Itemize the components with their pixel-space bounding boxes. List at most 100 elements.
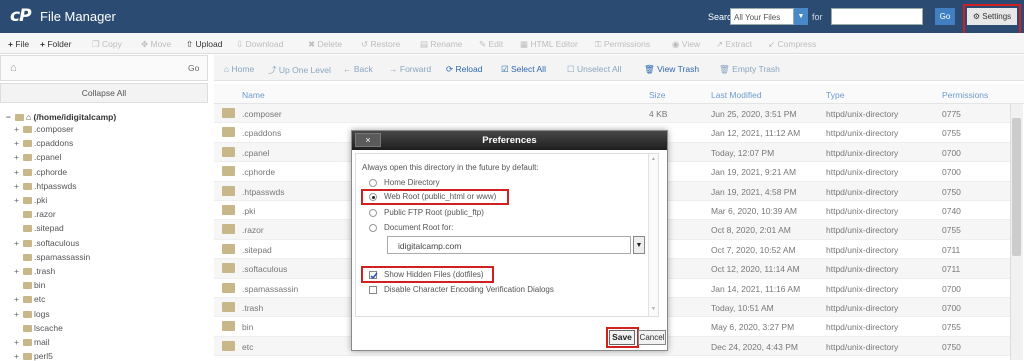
new-file-button[interactable]: + File: [8, 39, 29, 49]
column-type[interactable]: Type: [826, 90, 844, 100]
expand-icon[interactable]: +: [14, 309, 23, 319]
radio-home-directory[interactable]: [369, 179, 377, 187]
back-button[interactable]: ← Back: [343, 64, 373, 74]
column-size[interactable]: Size: [649, 90, 666, 100]
expand-icon[interactable]: +: [14, 294, 23, 304]
empty-trash-button[interactable]: 🗑 Empty Trash: [719, 64, 780, 75]
chevron-down-icon[interactable]: ▼: [794, 8, 808, 25]
show-hidden-checkbox[interactable]: [369, 271, 378, 280]
tree-item[interactable]: .sitepad: [14, 223, 64, 233]
reload-button[interactable]: ⟳ Reload: [446, 64, 482, 75]
tree-item[interactable]: + .cpaddons: [14, 138, 73, 148]
tree-item[interactable]: + mail: [14, 337, 50, 347]
tree-item-label: .pki: [34, 195, 48, 205]
unselect-all-button[interactable]: ☐ Unselect All: [567, 64, 621, 75]
tree-item[interactable]: + etc: [14, 294, 45, 304]
scrollbar-thumb[interactable]: [1012, 118, 1021, 256]
copy-button[interactable]: ❐ Copy: [92, 39, 122, 50]
home-button[interactable]: ⌂ Home: [224, 64, 254, 74]
settings-button[interactable]: ⚙ Settings: [967, 8, 1017, 25]
forward-button[interactable]: → Forward: [389, 64, 431, 74]
tree-item[interactable]: + .softaculous: [14, 238, 79, 248]
disable-encoding-label: Disable Character Encoding Verification …: [384, 285, 554, 294]
delete-button[interactable]: ✖ Delete: [308, 39, 342, 50]
column-permissions[interactable]: Permissions: [942, 90, 988, 100]
expand-icon[interactable]: +: [14, 238, 23, 248]
sidebar-go-button[interactable]: Go: [188, 63, 199, 73]
file-modified-cell: Jan 14, 2021, 11:16 AM: [711, 283, 801, 294]
chevron-down-icon[interactable]: ▼: [633, 236, 645, 254]
expand-icon[interactable]: +: [14, 152, 23, 162]
dialog-scrollbar[interactable]: ▲ ▼: [648, 154, 658, 316]
folder-icon: [23, 211, 32, 219]
up-one-level-button[interactable]: ⤴ Up One Level: [268, 64, 331, 76]
expand-icon[interactable]: +: [14, 167, 23, 177]
radio-ftp-root[interactable]: [369, 209, 377, 217]
file-name-cell: .composer: [242, 109, 282, 119]
trash-icon: 🗑: [719, 64, 730, 74]
view-button[interactable]: ◉ View: [672, 39, 700, 50]
move-button[interactable]: ✥ Move: [141, 39, 171, 50]
disable-encoding-checkbox[interactable]: [369, 286, 377, 294]
file-modified-cell: Oct 7, 2020, 10:52 AM: [711, 244, 796, 255]
radio-document-root[interactable]: [369, 224, 377, 232]
cancel-button[interactable]: Cancel: [638, 330, 666, 345]
collapse-icon[interactable]: −: [6, 112, 15, 122]
close-button[interactable]: ×: [355, 133, 381, 147]
file-modified-cell: Dec 24, 2020, 4:43 PM: [711, 341, 798, 352]
tree-item[interactable]: lscache: [14, 323, 63, 333]
file-permissions-cell: 0755: [942, 322, 961, 333]
tree-item-label: logs: [34, 308, 50, 319]
sidebar-path-input[interactable]: [0, 55, 208, 81]
tree-item[interactable]: + .pki: [14, 195, 47, 205]
table-row[interactable]: .composer 4 KB Jun 25, 2020, 3:51 PM httpd/…: [214, 104, 1010, 124]
search-go-button[interactable]: Go: [935, 8, 955, 25]
collapse-all-button[interactable]: Collapse All: [0, 83, 208, 103]
expand-icon[interactable]: +: [14, 124, 23, 134]
search-scope-select[interactable]: All Your Files: [730, 8, 794, 25]
download-label: Download: [245, 39, 284, 49]
select-all-button[interactable]: ☑ Select All: [501, 64, 546, 75]
expand-icon[interactable]: +: [14, 195, 23, 205]
tree-item[interactable]: + .cphorde: [14, 167, 67, 177]
rename-button[interactable]: ▤ Rename: [420, 39, 463, 50]
scroll-up-icon[interactable]: ▲: [651, 156, 656, 162]
tree-item[interactable]: + .htpasswds: [14, 181, 77, 191]
save-button[interactable]: Save: [609, 330, 635, 345]
dialog-title: Preferences: [352, 131, 667, 150]
compress-button[interactable]: ↙ Compress: [768, 39, 816, 50]
upload-button[interactable]: ⇧ Upload: [186, 39, 222, 50]
tree-item[interactable]: bin: [14, 280, 45, 290]
expand-icon[interactable]: +: [14, 266, 23, 276]
option-webroot-label: Web Root (public_html or www): [384, 192, 497, 201]
extract-button[interactable]: ↗ Extract: [716, 39, 752, 50]
permissions-button[interactable]: ⚿ Permissions: [595, 39, 650, 50]
document-root-select[interactable]: idigitalcamp.com: [387, 236, 631, 254]
search-input[interactable]: [831, 8, 923, 25]
html-editor-button[interactable]: ▦ HTML Editor: [520, 39, 578, 50]
file-permissions-cell: 0750: [942, 341, 961, 352]
file-permissions-cell: 0700: [942, 283, 961, 294]
folder-icon: [222, 243, 235, 254]
new-folder-button[interactable]: + Folder: [40, 39, 71, 49]
tree-item[interactable]: + .trash: [14, 266, 55, 276]
scroll-down-icon[interactable]: ▼: [651, 306, 656, 312]
tree-item[interactable]: + .composer: [14, 124, 74, 134]
radio-web-root[interactable]: [369, 193, 377, 201]
tree-item[interactable]: .spamassassin: [14, 252, 90, 262]
tree-root[interactable]: − ⌂ (/home/idigitalcamp): [6, 112, 116, 122]
tree-item[interactable]: + logs: [14, 309, 50, 319]
expand-icon[interactable]: +: [14, 181, 23, 191]
restore-button[interactable]: ↺ Restore: [361, 39, 400, 50]
column-name[interactable]: Name: [242, 90, 265, 100]
expand-icon[interactable]: +: [14, 138, 23, 148]
view-trash-button[interactable]: 🗑 View Trash: [644, 64, 699, 75]
tree-item[interactable]: .razor: [14, 209, 56, 219]
unselect-all-label: Unselect All: [577, 64, 622, 74]
column-last-modified[interactable]: Last Modified: [711, 90, 762, 100]
expand-icon[interactable]: +: [14, 337, 23, 347]
tree-item[interactable]: + .cpanel: [14, 152, 61, 162]
edit-button[interactable]: ✎ Edit: [479, 39, 503, 50]
download-button[interactable]: ⇩ Download: [236, 39, 283, 50]
folder-icon: [222, 224, 235, 235]
